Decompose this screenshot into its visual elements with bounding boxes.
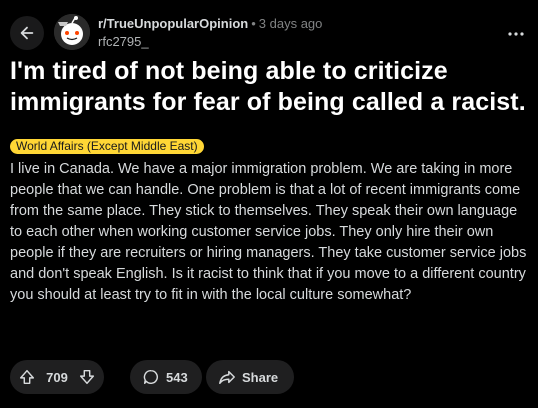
vote-control: 709: [10, 360, 104, 394]
post-actions: 709 543 Share: [10, 360, 530, 396]
comment-count: 543: [166, 369, 188, 385]
post-title: I'm tired of not being able to criticize…: [10, 57, 526, 116]
post-flair[interactable]: World Affairs (Except Middle East): [10, 139, 204, 154]
subreddit-name[interactable]: r/TrueUnpopularOpinion: [98, 16, 248, 31]
upvote-arrow-icon[interactable]: [18, 368, 36, 386]
downvote-arrow-icon[interactable]: [78, 368, 96, 386]
back-button[interactable]: [10, 16, 44, 50]
share-label: Share: [242, 369, 279, 385]
comment-bubble-icon: [142, 368, 160, 386]
more-horizontal-icon: [508, 31, 524, 37]
more-options-button[interactable]: [506, 24, 526, 44]
comments-button[interactable]: 543: [130, 360, 202, 394]
post-author[interactable]: rfc2795_: [98, 34, 149, 49]
post-header: r/TrueUnpopularOpinion • 3 days ago rfc279…: [10, 14, 530, 54]
post-time: 3 days ago: [258, 16, 323, 31]
vote-count: 709: [46, 369, 68, 385]
share-button[interactable]: Share: [206, 360, 294, 394]
subreddit-avatar[interactable]: [54, 14, 90, 50]
post-body: I live in Canada. We have a major immigr…: [10, 161, 527, 303]
share-arrow-icon: [218, 368, 236, 386]
arrow-left-icon: [18, 24, 36, 42]
meta-separator: •: [251, 16, 256, 31]
subreddit-line: r/TrueUnpopularOpinion • 3 days ago: [98, 16, 322, 31]
